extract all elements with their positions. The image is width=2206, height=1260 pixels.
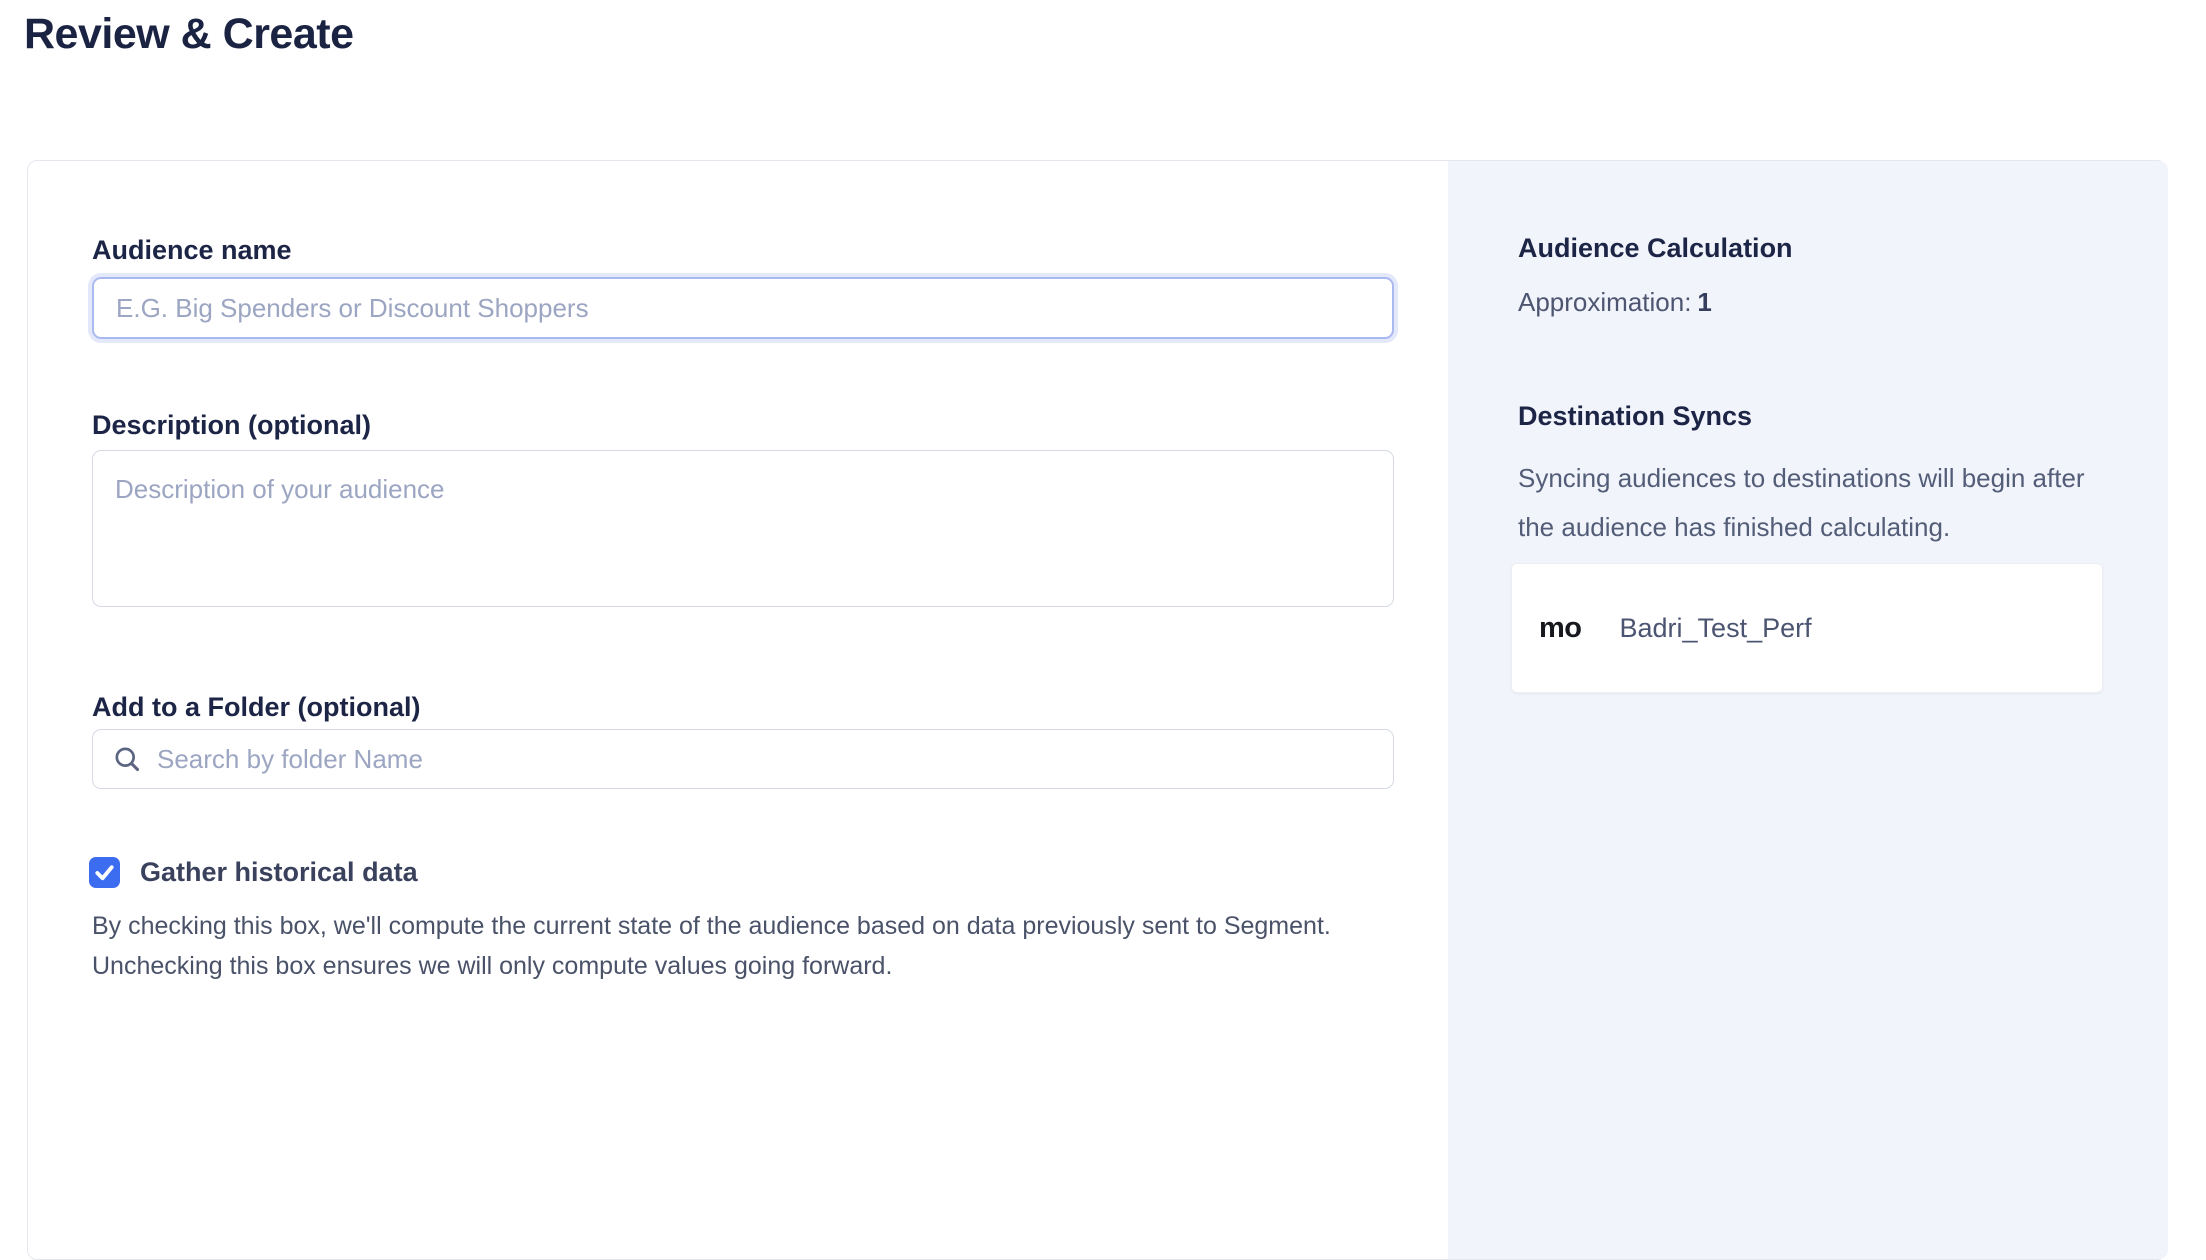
form-panel: Audience name Description (optional) Add… (28, 161, 1448, 1259)
description-textarea[interactable] (92, 450, 1394, 607)
approximation-line: Approximation:1 (1518, 287, 1712, 318)
destination-logo: mo (1539, 612, 1582, 645)
approximation-label: Approximation: (1518, 287, 1691, 317)
folder-label: Add to a Folder (optional) (92, 692, 420, 723)
checkmark-icon (93, 861, 116, 884)
folder-search-field (92, 729, 1394, 789)
audience-name-label: Audience name (92, 235, 292, 266)
gather-historical-label[interactable]: Gather historical data (140, 857, 418, 888)
audience-calculation-heading: Audience Calculation (1518, 233, 1793, 264)
approximation-value: 1 (1697, 287, 1711, 317)
audience-name-input[interactable] (92, 277, 1394, 339)
folder-search-input[interactable] (141, 730, 1393, 788)
destination-syncs-heading: Destination Syncs (1518, 401, 1752, 432)
description-label: Description (optional) (92, 410, 371, 441)
review-card: Audience name Description (optional) Add… (27, 160, 2167, 1260)
destination-name: Badri_Test_Perf (1620, 613, 1812, 644)
page-title: Review & Create (24, 10, 354, 59)
destination-sync-card[interactable]: mo Badri_Test_Perf (1511, 563, 2103, 693)
gather-historical-checkbox[interactable] (89, 857, 120, 888)
gather-historical-row[interactable]: Gather historical data (89, 857, 418, 888)
destination-syncs-description: Syncing audiences to destinations will b… (1518, 454, 2106, 552)
search-icon (113, 745, 141, 773)
summary-panel: Audience Calculation Approximation:1 Des… (1448, 161, 2168, 1259)
historical-help-text: By checking this box, we'll compute the … (92, 906, 1414, 986)
